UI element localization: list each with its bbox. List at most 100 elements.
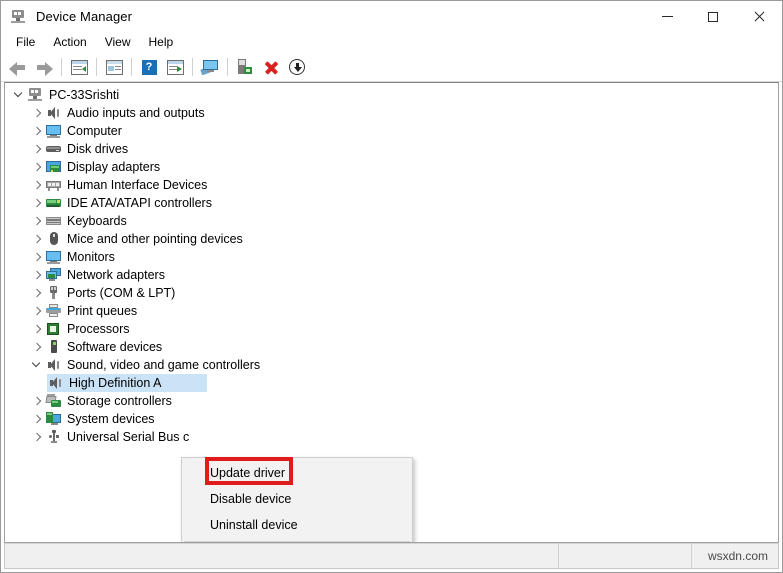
storage-controller-icon	[45, 393, 63, 409]
chevron-right-icon	[33, 415, 41, 423]
menu-item-file[interactable]: File	[7, 33, 44, 52]
update-driver-button[interactable]	[284, 55, 310, 79]
expander[interactable]	[29, 320, 45, 338]
expander[interactable]	[29, 302, 45, 320]
show-hide-console-tree-icon	[70, 59, 88, 75]
tree-item-label: System devices	[67, 412, 155, 426]
tree-item-label: Processors	[67, 322, 130, 336]
tree-item-label: Universal Serial Bus c	[67, 430, 190, 444]
chevron-right-icon	[33, 235, 41, 243]
tree-item-storage-controllers[interactable]: Storage controllers	[5, 392, 778, 410]
close-icon	[753, 11, 765, 23]
tree-item-network-adapters[interactable]: Network adapters	[5, 266, 778, 284]
tree-item-ports-com-and-lpt[interactable]: Ports (COM & LPT)	[5, 284, 778, 302]
tree-item-human-interface-devices[interactable]: Human Interface Devices	[5, 176, 778, 194]
speaker-icon	[45, 105, 63, 121]
expander[interactable]	[29, 428, 45, 446]
properties-button[interactable]	[101, 55, 127, 79]
tree-item-processors[interactable]: Processors	[5, 320, 778, 338]
toolbar-separator	[131, 58, 132, 76]
context-menu-item-update-driver[interactable]: Update driver	[182, 460, 412, 486]
chevron-right-icon	[33, 199, 41, 207]
processor-icon	[45, 321, 63, 337]
scan-for-hardware-changes-button[interactable]	[162, 55, 188, 79]
expander[interactable]	[29, 212, 45, 230]
tree-item-computer[interactable]: Computer	[5, 122, 778, 140]
chevron-right-icon	[33, 289, 41, 297]
expander[interactable]	[29, 410, 45, 428]
expander[interactable]	[29, 158, 45, 176]
expander[interactable]	[29, 338, 45, 356]
expander[interactable]	[11, 86, 27, 104]
ide-controller-icon	[45, 195, 63, 211]
context-menu-item-disable-device[interactable]: Disable device	[182, 486, 412, 512]
tree-item-mice-and-other-pointing-devices[interactable]: Mice and other pointing devices	[5, 230, 778, 248]
enable-device-button[interactable]	[232, 55, 258, 79]
tree-item-ide-ata-atapi-controllers[interactable]: IDE ATA/ATAPI controllers	[5, 194, 778, 212]
tree-item-print-queues[interactable]: Print queues	[5, 302, 778, 320]
expander[interactable]	[29, 230, 45, 248]
expander[interactable]	[29, 176, 45, 194]
expander[interactable]	[29, 194, 45, 212]
tree-item-universal-serial-bus-controllers[interactable]: Universal Serial Bus c	[5, 428, 778, 446]
minimize-button[interactable]	[644, 1, 690, 32]
chevron-right-icon	[33, 325, 41, 333]
status-pane-secondary	[559, 544, 692, 568]
menu-bar: File Action View Help	[1, 32, 782, 53]
tree-item-label: Network adapters	[67, 268, 165, 282]
maximize-button[interactable]	[690, 1, 736, 32]
display-button[interactable]	[197, 55, 223, 79]
expander[interactable]	[29, 284, 45, 302]
tree-item-keyboards[interactable]: Keyboards	[5, 212, 778, 230]
chevron-down-icon	[33, 361, 41, 369]
forward-button[interactable]	[31, 55, 57, 79]
back-button[interactable]	[5, 55, 31, 79]
menu-item-help[interactable]: Help	[140, 33, 183, 52]
tree-item-sound-video-and-game-controllers[interactable]: Sound, video and game controllers	[5, 356, 778, 374]
mouse-icon	[45, 231, 63, 247]
chevron-right-icon	[33, 253, 41, 261]
tree-item-label: Print queues	[67, 304, 138, 318]
show-hide-console-tree-button[interactable]	[66, 55, 92, 79]
expander[interactable]	[29, 392, 45, 410]
close-button[interactable]	[736, 1, 782, 32]
expander[interactable]	[29, 140, 45, 158]
tree-item-system-devices[interactable]: System devices	[5, 410, 778, 428]
chevron-right-icon	[33, 307, 41, 315]
network-adapter-icon	[45, 267, 63, 283]
menu-item-view[interactable]: View	[96, 33, 140, 52]
menu-item-action[interactable]: Action	[44, 33, 95, 52]
tree-item-label: IDE ATA/ATAPI controllers	[67, 196, 212, 210]
tree-item-audio-inputs-and-outputs[interactable]: Audio inputs and outputs	[5, 104, 778, 122]
expander[interactable]	[29, 122, 45, 140]
expander[interactable]	[29, 104, 45, 122]
device-manager-icon	[10, 9, 27, 25]
printer-icon	[45, 303, 63, 319]
help-button[interactable]: ?	[136, 55, 162, 79]
uninstall-device-icon	[263, 59, 279, 75]
toolbar-separator	[96, 58, 97, 76]
tree-item-disk-drives[interactable]: Disk drives	[5, 140, 778, 158]
expander[interactable]	[29, 266, 45, 284]
tree-item-label: Human Interface Devices	[67, 178, 208, 192]
keyboard-icon	[45, 213, 63, 229]
system-device-icon	[45, 411, 63, 427]
expander[interactable]	[29, 248, 45, 266]
forward-arrow-icon	[35, 60, 53, 76]
chevron-right-icon	[33, 145, 41, 153]
tree-item-software-devices[interactable]: Software devices	[5, 338, 778, 356]
tree-item-monitors[interactable]: Monitors	[5, 248, 778, 266]
tree-item-label: Software devices	[67, 340, 163, 354]
uninstall-device-button[interactable]	[258, 55, 284, 79]
tree-item-label: Audio inputs and outputs	[67, 106, 205, 120]
tree-item-root[interactable]: PC-33Srishti	[5, 86, 778, 104]
tree-item-label: High Definition A	[69, 376, 162, 390]
tree-item-label: Mice and other pointing devices	[67, 232, 243, 246]
update-driver-icon	[289, 59, 305, 75]
tree-item-label: Sound, video and game controllers	[67, 358, 261, 372]
context-menu-item-uninstall-device[interactable]: Uninstall device	[182, 512, 412, 538]
expander[interactable]	[29, 356, 45, 374]
tree-item-display-adapters[interactable]: Display adapters	[5, 158, 778, 176]
tree-item-label: Computer	[67, 124, 122, 138]
tree-item-high-definition-audio-device[interactable]: High Definition A	[5, 374, 778, 392]
